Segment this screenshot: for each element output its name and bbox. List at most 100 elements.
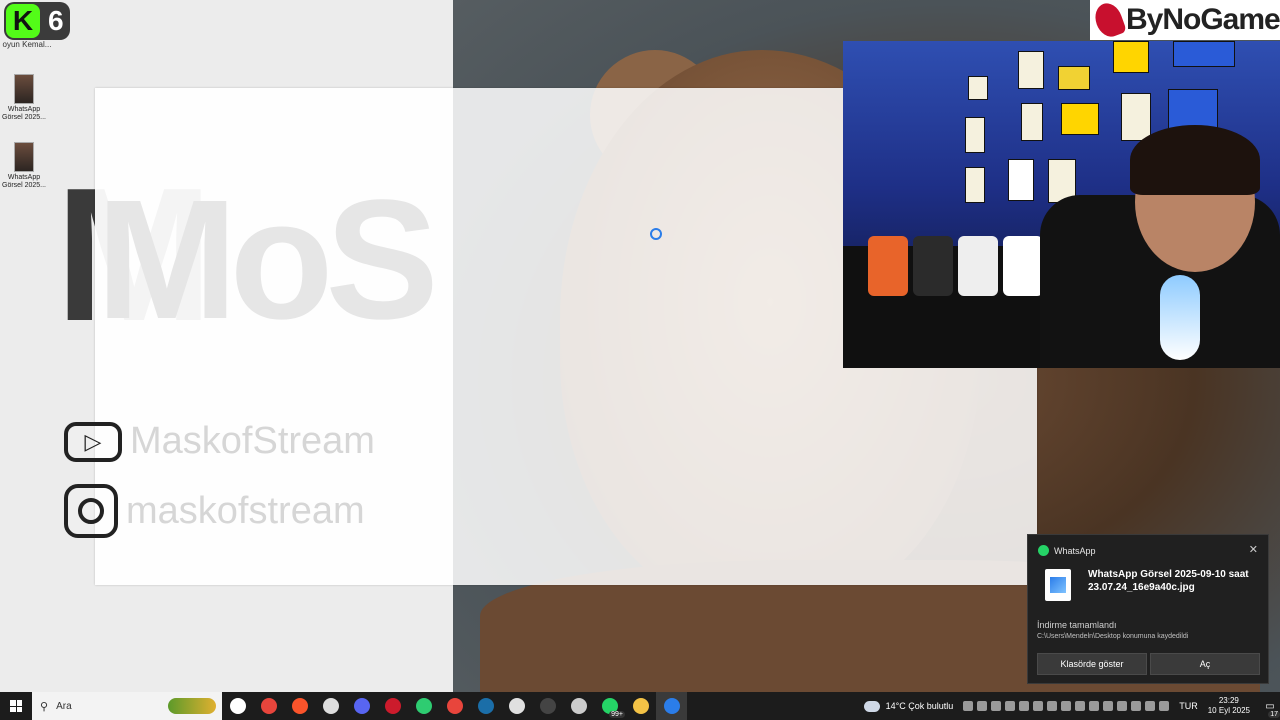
image-file-icon (14, 74, 34, 104)
tray-icons (963, 701, 1170, 711)
taskbar-app-folder[interactable] (625, 692, 656, 720)
toast-header: WhatsApp (1038, 545, 1096, 556)
notification-center-icon[interactable]: ▭ 17 (1260, 692, 1280, 720)
youtube-row: ▷ MaskofStream (64, 420, 375, 463)
cloud-icon (863, 700, 880, 712)
wall-poster (1008, 159, 1034, 201)
tray-app-icon[interactable] (977, 701, 988, 711)
taskbar-app-chrome[interactable] (439, 692, 470, 720)
tray-app-icon[interactable] (991, 701, 1002, 711)
tray-app-icon[interactable] (1019, 701, 1030, 711)
taskbar-app-brave[interactable] (284, 692, 315, 720)
taskbar-app-task-view[interactable] (222, 692, 253, 720)
mos-logo: MoS (96, 165, 439, 355)
wall-poster (1173, 41, 1235, 67)
taskbar: ⚲ Ara 99+ 14°C Çok bulutlu TUR 23:29 10 … (0, 692, 1280, 720)
instagram-icon (64, 484, 118, 538)
instagram-row: maskofstream (64, 484, 365, 538)
wall-poster (1018, 51, 1044, 89)
search-placeholder: Ara (56, 700, 72, 712)
search-icon: ⚲ (40, 700, 49, 713)
steam-icon[interactable] (1075, 701, 1086, 711)
app-icon (570, 698, 587, 714)
steam-icon (477, 698, 494, 714)
tray-app-icon[interactable] (1103, 701, 1114, 711)
desktop-icon-image[interactable]: WhatsApp Görsel 2025... (2, 74, 46, 122)
settings-icon (508, 698, 525, 714)
desktop-icon-label: WhatsApp Görsel 2025... (2, 174, 46, 189)
taskbar-app-obs[interactable] (532, 692, 563, 720)
discord-icon (353, 698, 370, 714)
taskbar-app-photos[interactable] (656, 692, 687, 720)
clock[interactable]: 23:29 10 Eyl 2025 (1208, 696, 1250, 716)
notification-toast[interactable]: WhatsApp ✕ WhatsApp Görsel 2025-09-10 sa… (1027, 534, 1269, 684)
wall-poster (968, 76, 988, 100)
open-button[interactable]: Aç (1150, 653, 1260, 675)
wall-poster (965, 167, 985, 203)
taskbar-app-opera[interactable] (377, 692, 408, 720)
taskbar-app-app[interactable] (563, 692, 594, 720)
volume-icon[interactable] (1159, 701, 1170, 711)
taskbar-app-discord[interactable] (346, 692, 377, 720)
taskbar-search[interactable]: ⚲ Ara (32, 692, 222, 720)
taskbar-app-chrome[interactable] (253, 692, 284, 720)
toast-path: C:\Users\Mendeln\Desktop konumuna kayded… (1037, 633, 1189, 640)
instagram-handle: maskofstream (126, 489, 365, 532)
kick-label: oyun Kemal... (2, 40, 52, 49)
opera-icon (384, 698, 401, 714)
notion-icon (415, 698, 432, 714)
weather-text[interactable]: 14°C Çok bulutlu (886, 701, 954, 711)
pillow (1003, 236, 1043, 296)
obs-icon (539, 698, 556, 714)
close-icon[interactable]: ✕ (1249, 543, 1258, 556)
clock-time: 23:29 (1218, 696, 1239, 705)
network-icon[interactable] (1145, 701, 1156, 711)
show-in-folder-button[interactable]: Klasörde göster (1037, 653, 1147, 675)
youtube-icon: ▷ (64, 421, 122, 462)
wall-poster (1061, 103, 1099, 135)
toast-status: İndirme tamamlandı (1037, 620, 1117, 630)
chrome-icon (260, 698, 277, 714)
streamer-hair (1130, 125, 1260, 195)
kick-count: 6 (48, 5, 64, 36)
podcast-icon (322, 698, 339, 714)
unread-badge: 99+ (609, 711, 625, 718)
notification-count: 17 (1268, 711, 1280, 718)
chrome-icon (446, 698, 463, 714)
youtube-handle: MaskofStream (130, 420, 375, 462)
start-button[interactable] (0, 692, 32, 720)
tray-app-icon[interactable] (1089, 701, 1100, 711)
wall-poster (1121, 93, 1151, 141)
nvidia-icon[interactable] (963, 701, 974, 711)
taskbar-app-notion[interactable] (408, 692, 439, 720)
tray-app-icon[interactable] (1047, 701, 1058, 711)
kick-badge[interactable]: K 6 (4, 2, 70, 40)
microphone-icon[interactable] (1117, 701, 1128, 711)
task-view-icon (229, 698, 246, 714)
desktop-icon-image[interactable]: WhatsApp Görsel 2025... (2, 142, 46, 190)
bynogame-mark-icon (1090, 0, 1128, 41)
toast-file-name: WhatsApp Görsel 2025-09-10 saat 23.07.24… (1088, 569, 1249, 593)
pillow (958, 236, 998, 296)
taskbar-app-steam[interactable] (470, 692, 501, 720)
system-tray: 14°C Çok bulutlu TUR 23:29 10 Eyl 2025 ▭… (863, 692, 1280, 720)
brave-icon (291, 698, 308, 714)
image-file-icon (1045, 569, 1071, 601)
desktop-icon-label: WhatsApp Görsel 2025... (2, 106, 46, 121)
tray-app-icon[interactable] (1131, 701, 1142, 711)
language-indicator[interactable]: TUR (1179, 701, 1198, 711)
tray-app-icon[interactable] (1061, 701, 1072, 711)
windows-icon (10, 700, 22, 712)
taskbar-app-podcast[interactable] (315, 692, 346, 720)
wall-poster (1113, 41, 1149, 73)
photos-icon (663, 698, 680, 714)
clock-date: 10 Eyl 2025 (1207, 706, 1250, 715)
bynogame-logo: ByNoGame (1090, 0, 1280, 41)
whatsapp-icon (1038, 545, 1049, 556)
taskbar-app-whatsapp[interactable]: 99+ (594, 692, 625, 720)
wall-poster (1021, 103, 1043, 141)
tray-app-icon[interactable] (1005, 701, 1016, 711)
tray-app-icon[interactable] (1033, 701, 1044, 711)
taskbar-app-settings[interactable] (501, 692, 532, 720)
pillow (868, 236, 908, 296)
